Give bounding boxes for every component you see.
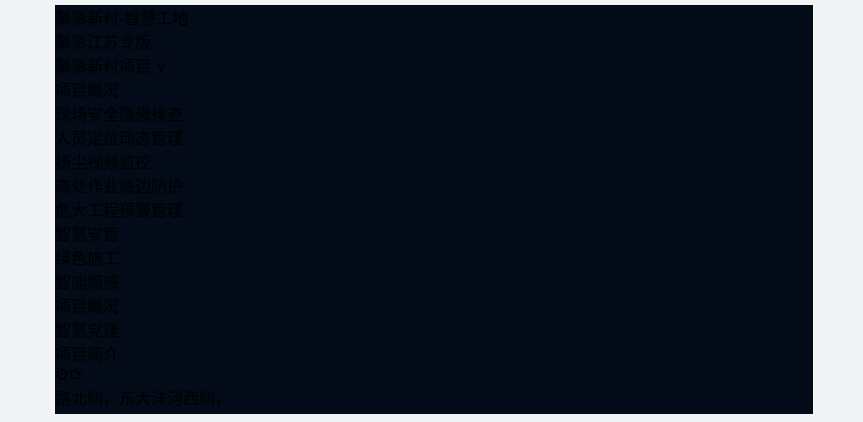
- nav-tab-1[interactable]: 现场安全隐患排查: [55, 101, 813, 125]
- screenshot-stage: 聚贤新村-智慧工地 聚贤江苏专版 聚贤新村项目 ∨ 项目概况现场安全隐患排查人员…: [0, 0, 863, 422]
- nav-tab-3[interactable]: 扬尘视频监控: [55, 149, 813, 173]
- project-select-dropdown[interactable]: 聚贤新村项目 ∨: [55, 53, 813, 77]
- panel-title: 项目简介: [55, 341, 239, 365]
- project-select-label: 聚贤新村项目: [55, 59, 151, 76]
- gear-icon[interactable]: ⚙: [55, 367, 69, 384]
- nav-tab-4[interactable]: 高处作业临边防护: [55, 173, 813, 197]
- top-nav-tabs: 项目概况现场安全隐患排查人员定位动态管理扬尘视频监控高处作业临边防护危大工程预警…: [55, 77, 813, 293]
- nav-tab-2[interactable]: 人员定位动态管理: [55, 125, 813, 149]
- page-title: 聚贤新村-智慧工地: [55, 5, 813, 29]
- subtab-band: 项目概况 智慧党建: [55, 293, 813, 341]
- nav-tab-0[interactable]: 项目概况: [55, 77, 813, 101]
- panel-actions: ⚙⟳: [55, 365, 239, 385]
- nav-tab-8[interactable]: 智能烟感: [55, 269, 813, 293]
- subtab-smart-party[interactable]: 智慧党建: [55, 317, 813, 341]
- dashboard: 聚贤新村-智慧工地 聚贤江苏专版 聚贤新村项目 ∨ 项目概况现场安全隐患排查人员…: [55, 5, 813, 414]
- project-description: 路北侧，东大洋河西侧，共36栋高层住宅（6栋21层，21栋23层，9栋25层），…: [55, 385, 239, 414]
- chevron-down-icon: ∨: [155, 59, 167, 76]
- nav-tab-5[interactable]: 危大工程预警管理: [55, 197, 813, 221]
- project-render-image: 路北侧，东大洋河西侧，共36栋高层住宅（6栋21层，21栋23层，9栋25层），…: [55, 385, 239, 414]
- refresh-icon[interactable]: ⟳: [69, 367, 82, 384]
- region-version-button[interactable]: 聚贤江苏专版: [55, 29, 813, 53]
- subtab-project-overview[interactable]: 项目概况: [55, 293, 813, 317]
- nav-tab-7[interactable]: 绿色施工: [55, 245, 813, 269]
- panel-project-intro: 项目简介 ⚙⟳ 路北侧，东大洋河西侧，共36栋高层住宅（6栋21层，21栋23层…: [55, 341, 239, 414]
- nav-tab-6[interactable]: 智慧安管: [55, 221, 813, 245]
